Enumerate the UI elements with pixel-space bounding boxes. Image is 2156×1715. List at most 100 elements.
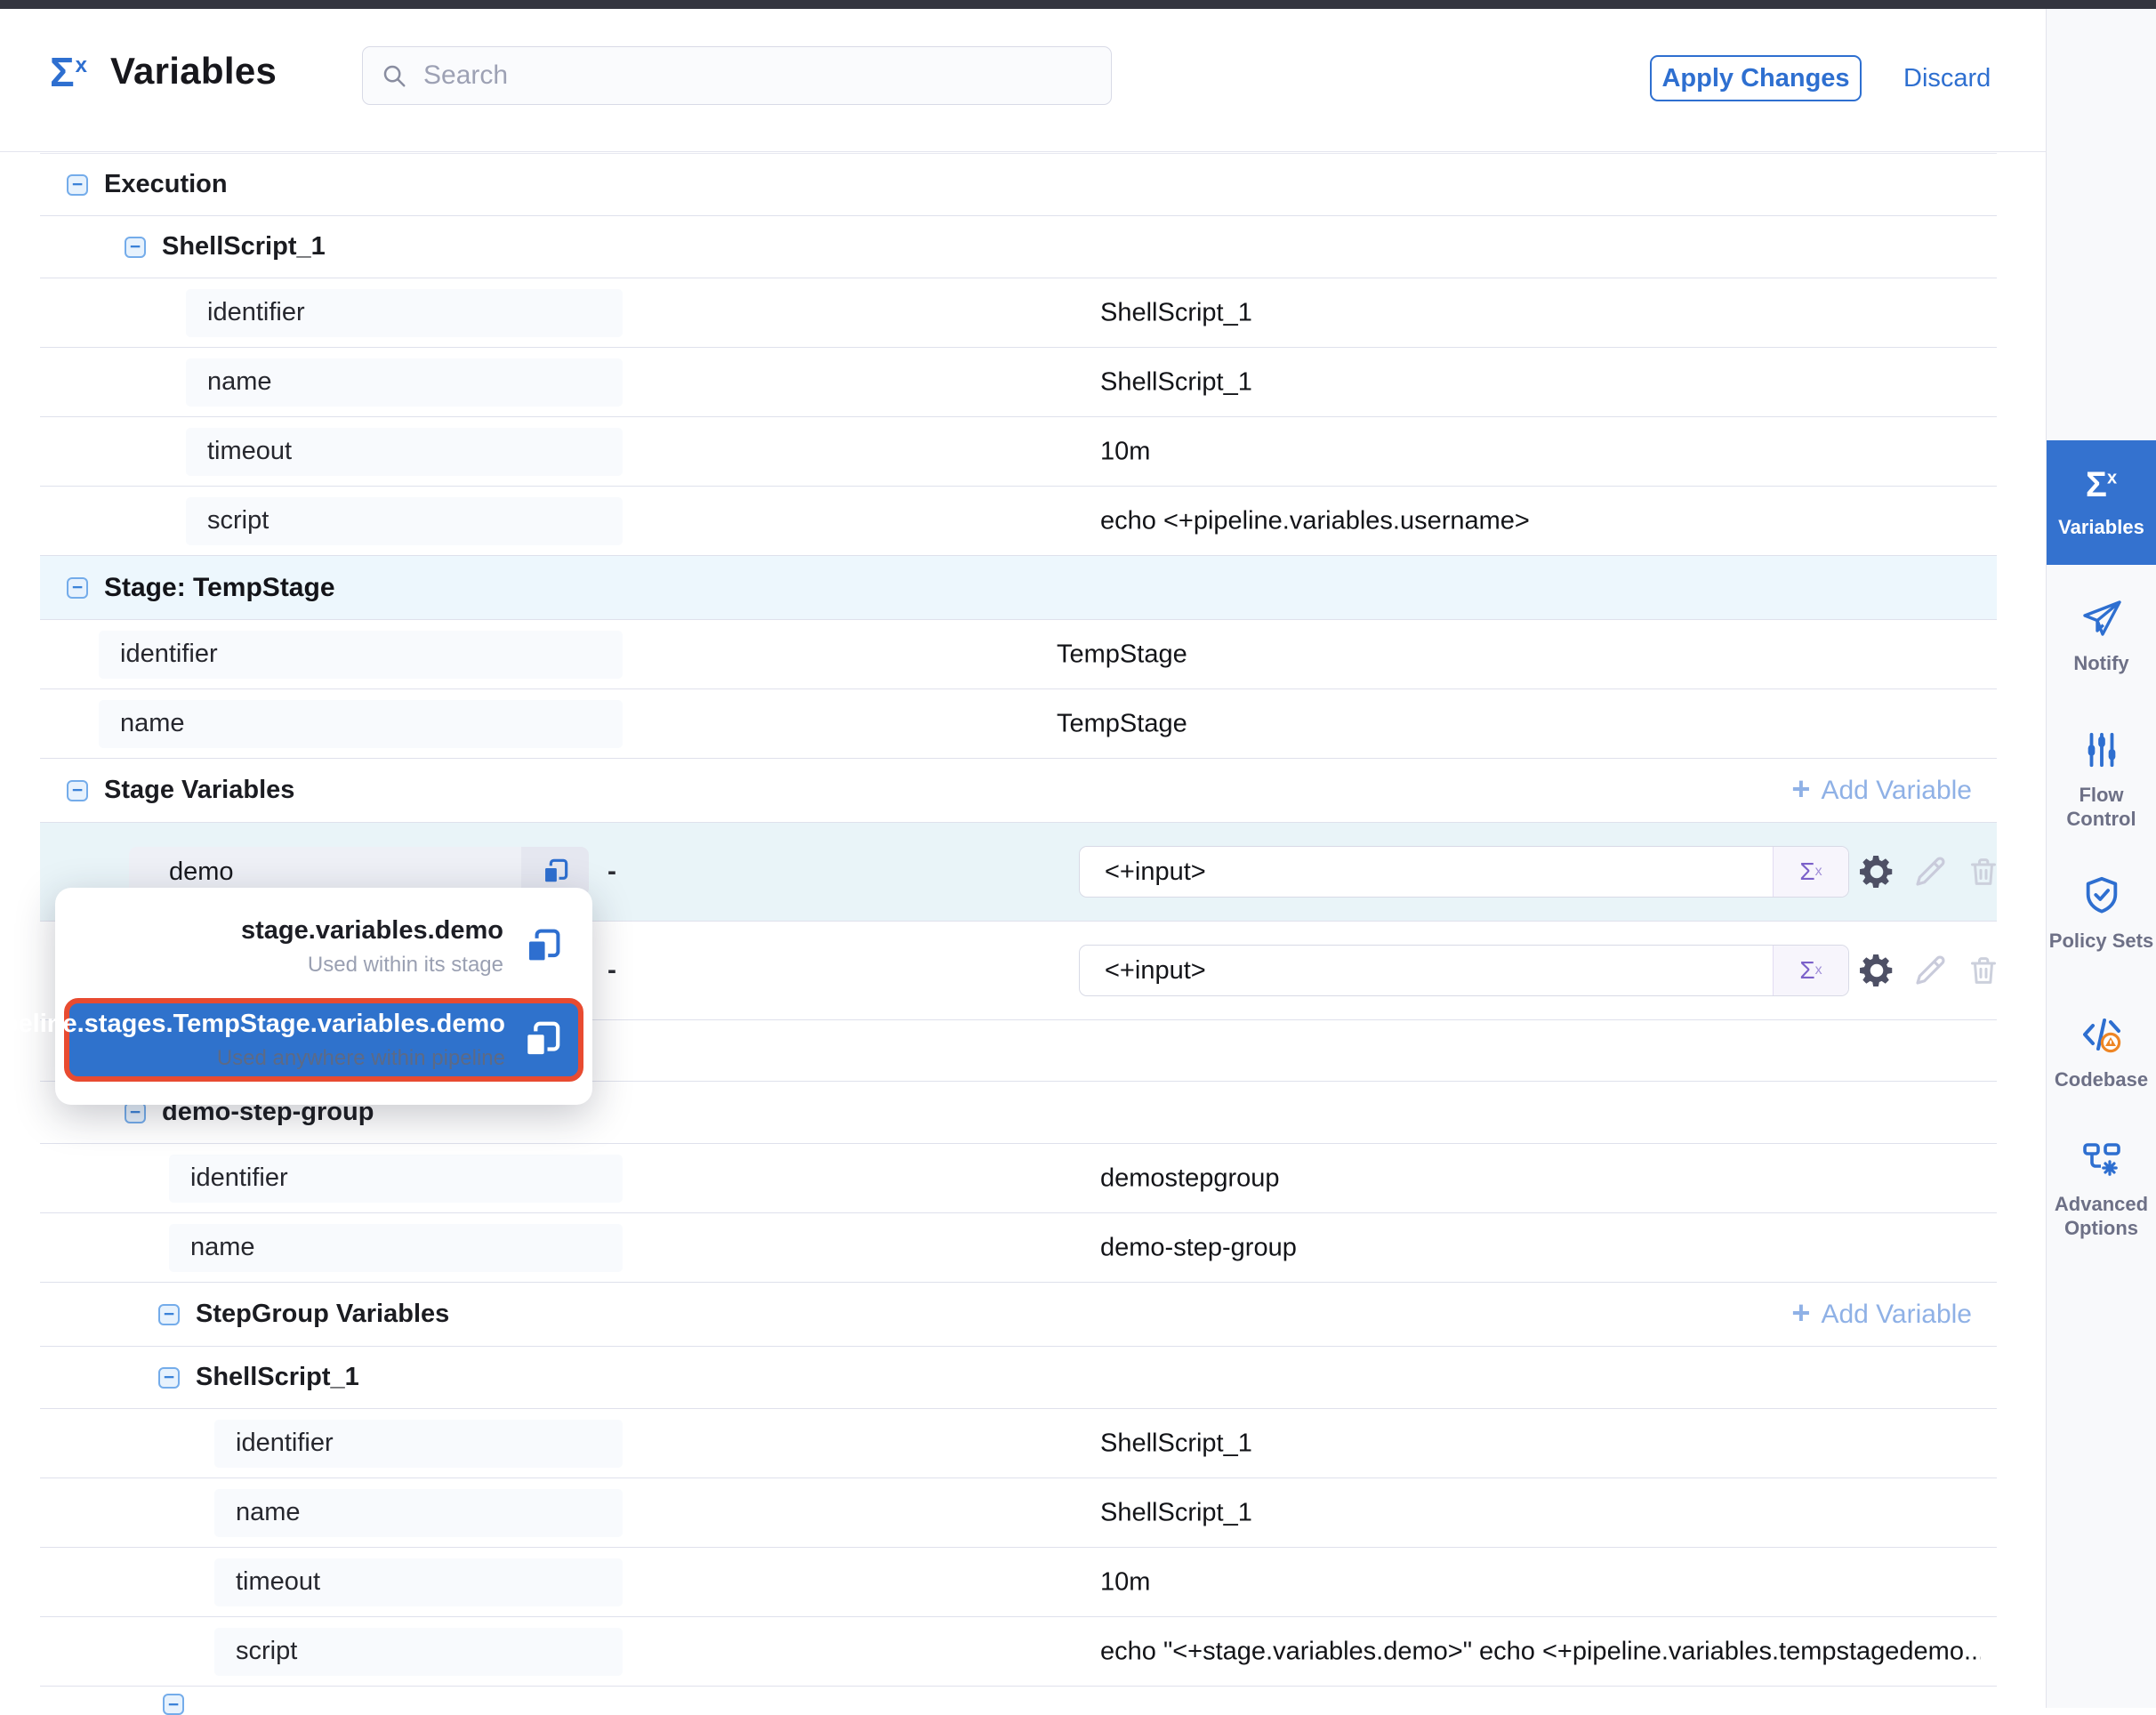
sidebar-item-policy-sets[interactable]: Policy Sets: [2047, 874, 2156, 953]
expression-text: stage.variables.demo: [241, 916, 503, 946]
table-row: −Stage Variables + Add Variable: [40, 759, 1997, 823]
collapse-icon[interactable]: −: [158, 1367, 180, 1389]
table-row: timeout 10m: [40, 1548, 1997, 1617]
collapse-icon[interactable]: −: [125, 1102, 146, 1123]
field-label: timeout: [214, 1558, 623, 1606]
edit-icon-button[interactable]: [1910, 851, 1951, 892]
field-value: echo "<+stage.variables.demo>" echo <+pi…: [1100, 1637, 1981, 1666]
field-label: script: [214, 1628, 623, 1676]
expression-option-pipeline-scope[interactable]: pipeline.stages.TempStage.variables.demo…: [64, 998, 583, 1082]
table-row: −ShellScript_1: [40, 1347, 1997, 1409]
row-label: ShellScript_1: [162, 232, 326, 262]
add-variable-button[interactable]: +Add Variable: [1791, 1300, 1972, 1330]
table-row: −StepGroup Variables +Add Variable: [40, 1283, 1997, 1347]
search-icon: [381, 62, 407, 89]
variable-description-empty: -: [607, 955, 616, 986]
sliders-icon: [2080, 728, 2124, 772]
field-value: ShellScript_1: [1100, 1498, 1252, 1527]
expression-option-stage-scope[interactable]: stage.variables.demo Used within its sta…: [55, 909, 592, 984]
sidebar-item-label: Notify: [2073, 651, 2128, 675]
collapse-icon[interactable]: −: [125, 237, 146, 258]
row-label: ShellScript_1: [196, 1363, 359, 1392]
row-actions: [1856, 950, 2004, 991]
settings-icon-button[interactable]: [1856, 851, 1897, 892]
table-row: −: [40, 1687, 1997, 1710]
stage-header-label: Stage: TempStage: [104, 573, 335, 603]
right-sidebar: Σx Variables Notify Flow Control Policy …: [2046, 9, 2156, 1708]
code-warning-icon: [2080, 1012, 2124, 1057]
collapse-icon[interactable]: −: [67, 780, 88, 801]
add-variable-label: Add Variable: [1821, 776, 1972, 806]
variable-description-empty: -: [607, 857, 616, 887]
apply-changes-button[interactable]: Apply Changes: [1650, 55, 1862, 101]
collapse-icon[interactable]: −: [158, 1304, 180, 1325]
shield-check-icon: [2080, 874, 2124, 918]
variable-value-input[interactable]: <+input>Σx: [1079, 945, 1849, 996]
add-variable-button[interactable]: + Add Variable: [1791, 776, 1972, 806]
table-row: −Stage: TempStage: [40, 556, 1997, 620]
expression-scope-hint: Used anywhere within pipeline: [217, 1046, 505, 1071]
field-label: name: [99, 700, 623, 748]
variable-value-text: <+input>: [1080, 847, 1773, 897]
expression-scope-hint: Used within its stage: [308, 953, 503, 978]
table-row: −ShellScript_1: [40, 216, 1997, 278]
variable-value-text: <+input>: [1080, 946, 1773, 995]
sidebar-item-codebase[interactable]: Codebase: [2047, 1012, 2156, 1091]
row-label: Execution: [104, 170, 228, 199]
table-row: identifier ShellScript_1: [40, 278, 1997, 348]
field-value: 10m: [1100, 1567, 1150, 1597]
row-label: StepGroup Variables: [196, 1300, 449, 1329]
field-label: identifier: [214, 1420, 623, 1468]
sigma-x-icon: Σx: [2086, 467, 2117, 503]
field-label: identifier: [99, 631, 623, 679]
variables-sigma-icon: Σx: [50, 52, 87, 93]
top-dark-bar: [0, 0, 2156, 9]
sidebar-item-advanced-options[interactable]: Advanced Options: [2047, 1137, 2156, 1240]
plus-icon: +: [1791, 773, 1810, 805]
table-row: nameTempStage: [40, 689, 1997, 759]
field-value: ShellScript_1: [1100, 367, 1252, 397]
settings-icon-button[interactable]: [1856, 950, 1897, 991]
sidebar-item-variables[interactable]: Σx Variables: [2047, 440, 2156, 565]
sidebar-item-flow-control[interactable]: Flow Control: [2047, 728, 2156, 831]
sidebar-item-label: Advanced Options: [2047, 1192, 2156, 1240]
paper-plane-icon: [2080, 596, 2124, 640]
row-label: Stage Variables: [104, 776, 294, 805]
field-label: name: [214, 1489, 623, 1537]
table-row: timeout10m: [40, 417, 1997, 487]
field-label: identifier: [186, 289, 623, 337]
row-actions: [1856, 851, 2004, 892]
table-row: name ShellScript_1: [40, 348, 1997, 417]
delete-icon-button[interactable]: [1963, 950, 2004, 991]
discard-button[interactable]: Discard: [1903, 55, 1991, 101]
variable-value-input[interactable]: <+input>Σx: [1079, 846, 1849, 898]
field-label: script: [186, 497, 623, 545]
collapse-icon[interactable]: −: [163, 1694, 184, 1715]
table-row: identifierTempStage: [40, 620, 1997, 689]
delete-icon-button[interactable]: [1963, 851, 2004, 892]
edit-icon-button[interactable]: [1910, 950, 1951, 991]
flow-gear-icon: [2080, 1137, 2124, 1181]
search-box[interactable]: [362, 46, 1112, 105]
sidebar-item-label: Policy Sets: [2049, 929, 2153, 953]
sidebar-item-notify[interactable]: Notify: [2047, 596, 2156, 675]
field-value: demo-step-group: [1100, 1233, 1297, 1262]
search-input[interactable]: [422, 60, 1093, 92]
collapse-icon[interactable]: −: [67, 174, 88, 196]
sidebar-item-label: Flow Control: [2047, 783, 2156, 831]
table-row: −Execution: [40, 154, 1997, 216]
collapse-icon[interactable]: −: [67, 577, 88, 599]
field-value: echo <+pipeline.variables.username>: [1100, 506, 1530, 535]
copy-icon[interactable]: [521, 1019, 562, 1060]
field-value: demostepgroup: [1100, 1163, 1280, 1193]
expression-toggle-button[interactable]: Σx: [1773, 946, 1848, 995]
field-label: identifier: [169, 1155, 623, 1203]
table-row: script echo <+pipeline.variables.username…: [40, 487, 1997, 556]
expression-toggle-button[interactable]: Σx: [1773, 847, 1848, 897]
sidebar-item-label: Codebase: [2055, 1067, 2148, 1091]
copy-icon[interactable]: [523, 927, 562, 966]
field-label: timeout: [186, 428, 623, 476]
field-label: name: [186, 358, 623, 407]
plus-icon: +: [1791, 1297, 1810, 1329]
field-value: ShellScript_1: [1100, 298, 1252, 327]
